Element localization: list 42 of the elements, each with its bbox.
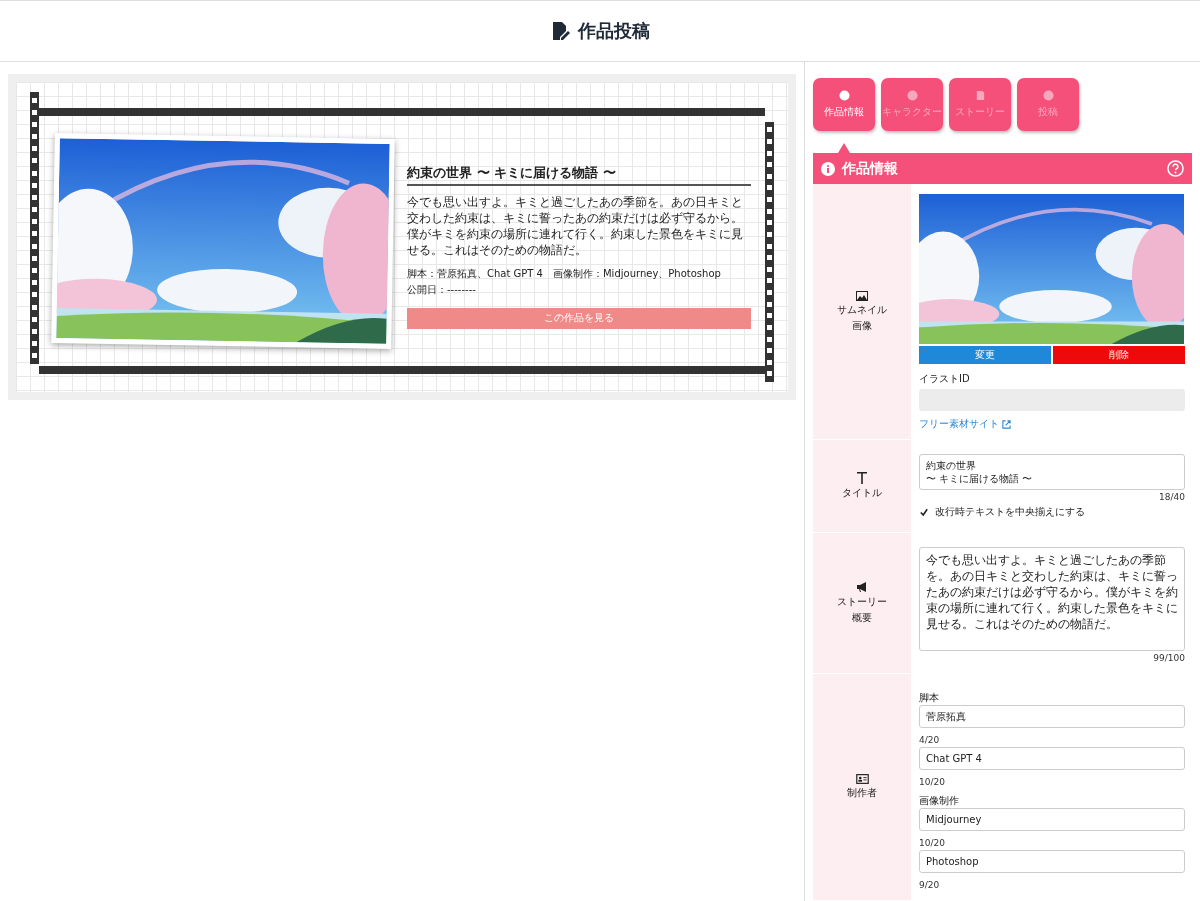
row-label: ストーリー: [837, 595, 887, 609]
document-icon: [974, 90, 986, 101]
row-label: タイトル: [842, 486, 882, 500]
step-tab[interactable]: 作品情報: [813, 78, 875, 131]
edit-document-icon: [550, 21, 570, 41]
id-card-icon: [855, 774, 869, 784]
char-counter: 9/20: [919, 880, 940, 890]
creator-field[interactable]: Chat GPT 4: [919, 747, 1185, 770]
row-label: 制作者: [847, 786, 877, 800]
row-label: サムネイル: [837, 302, 887, 317]
char-counter: 18/40: [1159, 492, 1185, 502]
publish-date: 公開日：--------: [407, 282, 477, 297]
creator-field[interactable]: Midjourney: [919, 808, 1185, 831]
story-field[interactable]: 今でも思い出すよ。キミと過ごしたあの季節を。あの日キミと交わした約束は、キミに誓ったあの約束だけは必ず守るから。僕がキミを約束の場所に連れて行く。約束した景色をキミに見せる。これはそのための物語だ。: [919, 547, 1185, 651]
creator-field[interactable]: Photoshop: [919, 850, 1185, 873]
change-button[interactable]: 変更: [919, 346, 1051, 364]
view-work-button[interactable]: この作品を見る: [407, 307, 751, 329]
image-icon: [856, 290, 868, 301]
row-label: 概要: [852, 611, 872, 625]
char-counter: 10/20: [919, 838, 945, 848]
field-label: 脚本: [919, 692, 939, 703]
checkbox[interactable]: [919, 507, 929, 517]
field-label: 画像制作: [919, 795, 959, 806]
char-counter: 99/100: [1153, 653, 1185, 663]
creator-field[interactable]: 菅原拓真: [919, 705, 1185, 728]
credits-text: 脚本：菅原拓真、Chat GPT 4 画像制作：Midjourney、Photoshop: [407, 266, 722, 281]
title-field[interactable]: 約束の世界 〜 キミに届ける物語 〜: [919, 454, 1185, 490]
text-icon: [857, 472, 867, 484]
page-title: 作品投稿: [578, 19, 650, 43]
work-title: 約束の世界 〜 キミに届ける物語 〜: [407, 163, 751, 186]
help-icon[interactable]: [1167, 160, 1184, 177]
external-link-icon: [1002, 419, 1011, 429]
free-site-link[interactable]: フリー素材サイト: [919, 417, 1185, 431]
summary-text: 今でも思い出すよ。キミと過ごしたあの季節を。あの日キミと交わした約束は、キミに誓ったあの約束だけは必ず守るから。僕がキミを約束の場所に連れて行く。約束した景色をキミに見せる。これはそのための物語だ。: [407, 193, 744, 258]
char-counter: 4/20: [919, 735, 940, 745]
char-counter: 10/20: [919, 777, 945, 787]
row-label: 画像: [852, 318, 872, 333]
delete-button[interactable]: 削除: [1053, 346, 1185, 364]
section-title: 作品情報: [842, 159, 898, 178]
megaphone-icon: [856, 581, 868, 593]
field-label: イラストID: [919, 372, 971, 386]
checkbox-label: 改行時テキストを中央揃えにする: [935, 505, 1085, 519]
